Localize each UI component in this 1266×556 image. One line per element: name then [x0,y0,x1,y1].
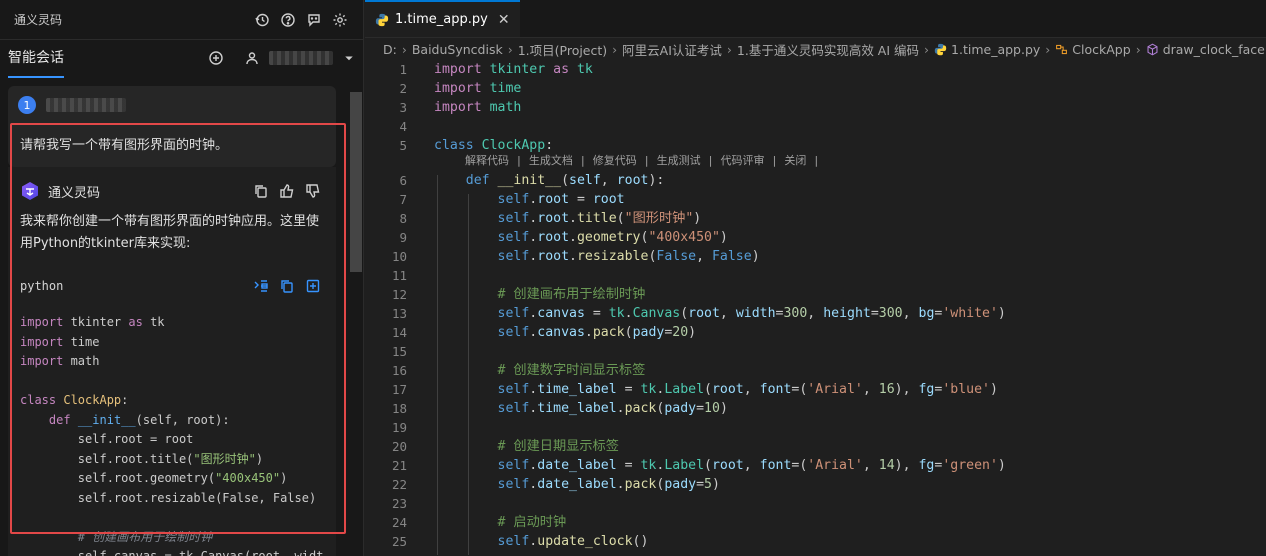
thumbs-down-icon[interactable] [302,180,324,202]
message-header: 1 [8,86,336,124]
assistant-name: 通义灵码 [48,185,101,201]
code-line: 2 import time [399,81,522,96]
breadcrumb-item[interactable]: draw_clock_face [1163,42,1265,57]
message-number-badge: 1 [18,96,36,114]
chat-history: 1 请帮我写一个带有图形界面的时钟。 通义灵码 我来帮你创建一个带有图形界面的时… [8,86,336,556]
breadcrumb-item[interactable]: 阿里云AI认证考试 [622,40,722,59]
new-file-icon[interactable] [302,275,324,297]
breadcrumb-item[interactable]: 1.基于通义灵码实现高效 AI 编码 [737,40,919,59]
code-line: 11 [391,268,407,283]
code-editor: 1.time_app.py ✕ D: › BaiduSyncdisk › 1.项目(… [365,0,1266,556]
ai-codelens-actions[interactable]: 解释代码 | 生成文档 | 修复代码 | 生成测试 | 代码评审 | 关闭 | [465,153,820,169]
code-line: 6 def __init__(self, root): [399,173,665,188]
python-file-icon [934,43,947,56]
code-line: 21 self.date_label = tk.Label(root, font… [391,458,1006,473]
tab-label: 1.time_app.py [395,12,488,27]
breadcrumb: D: › BaiduSyncdisk › 1.项目(Project) › 阿里云AI认… [383,40,1265,59]
chat-icon[interactable] [303,9,325,31]
code-language-label: python [20,279,64,293]
assistant-header: 通义灵码 [20,179,324,203]
thumbs-up-icon[interactable] [276,180,298,202]
answer-text: 我来帮你创建一个带有图形界面的时钟应用。这里使用Python的tkinter库来… [20,214,320,251]
code-line: 24 # 启动时钟 [391,515,567,530]
code-line: 14 self.canvas.pack(pady=20) [391,325,697,340]
breadcrumb-item[interactable]: D: [383,42,397,57]
code-line: 10 self.root.resizable(False, False) [391,249,760,264]
user-name-redacted [46,98,126,112]
code-line: 13 self.canvas = tk.Canvas(root, width=3… [391,306,1006,321]
username-redacted [269,51,333,65]
user-icon [241,47,263,69]
assistant-answer: 通义灵码 我来帮你创建一个带有图形界面的时钟应用。这里使用Python的tkin… [8,167,336,556]
code-line: 1 import tkinter as tk [399,62,593,77]
user-selector[interactable] [237,47,355,69]
panel-tabs: 智能会话 [0,40,363,78]
panel-title: 通义灵码 [14,13,63,27]
breadcrumb-item[interactable]: 1.项目(Project) [518,40,607,59]
class-icon [1055,43,1068,56]
code-line: 3 import math [399,100,522,115]
code-line: 4 [399,119,407,134]
ai-chat-panel: 通义灵码 智能会话 1 请帮我写一个带有图形界面的时钟。 通义灵码 我来帮你创建… [0,0,364,556]
breadcrumb-item[interactable]: 1.time_app.py [951,42,1040,57]
history-icon[interactable] [251,9,273,31]
insert-icon[interactable] [250,275,272,297]
code-line: 23 [391,496,407,511]
tab-time-app[interactable]: 1.time_app.py ✕ [365,0,520,37]
code-line: 7 self.root = root [399,192,625,207]
python-file-icon [375,13,389,26]
editor-tab-bar: 1.time_app.py ✕ [365,0,1266,38]
code-line: 20 # 创建日期显示标签 [391,439,619,454]
add-icon[interactable] [205,47,227,69]
copy-icon[interactable] [250,180,272,202]
chevron-down-icon[interactable] [343,47,355,69]
chat-scrollbar[interactable] [350,92,362,272]
copy-code-icon[interactable] [276,275,298,297]
breadcrumb-item[interactable]: BaiduSyncdisk [412,42,503,57]
tab-smart-chat[interactable]: 智能会话 [8,47,64,78]
user-question: 请帮我写一个带有图形界面的时钟。 [8,124,336,167]
editor-content[interactable]: 1 import tkinter as tk 2 import time 3 impo… [365,60,1266,556]
panel-header: 通义灵码 [0,0,363,40]
close-icon[interactable]: ✕ [498,12,510,28]
code-line: 16 # 创建数字时间显示标签 [391,363,646,378]
code-line: 22 self.date_label.pack(pady=5) [391,477,720,492]
settings-icon[interactable] [329,9,351,31]
help-icon[interactable] [277,9,299,31]
method-icon [1146,43,1159,56]
code-line: 19 [391,420,407,435]
breadcrumb-item[interactable]: ClockApp [1072,42,1130,57]
code-line: 8 self.root.title("图形时钟") [399,211,702,226]
code-block-header: python [20,275,324,297]
code-line: 17 self.time_label = tk.Label(root, font… [391,382,998,397]
code-line: 18 self.time_label.pack(pady=10) [391,401,728,416]
answer-code-block: import tkinter as tk import time import … [20,315,324,556]
code-line: 15 [391,344,407,359]
code-line: 25 self.update_clock() [391,534,649,549]
code-line: 12 # 创建画布用于绘制时钟 [391,287,646,302]
tongyi-logo-icon [22,182,38,200]
code-line: 9 self.root.geometry("400x450") [399,230,728,245]
